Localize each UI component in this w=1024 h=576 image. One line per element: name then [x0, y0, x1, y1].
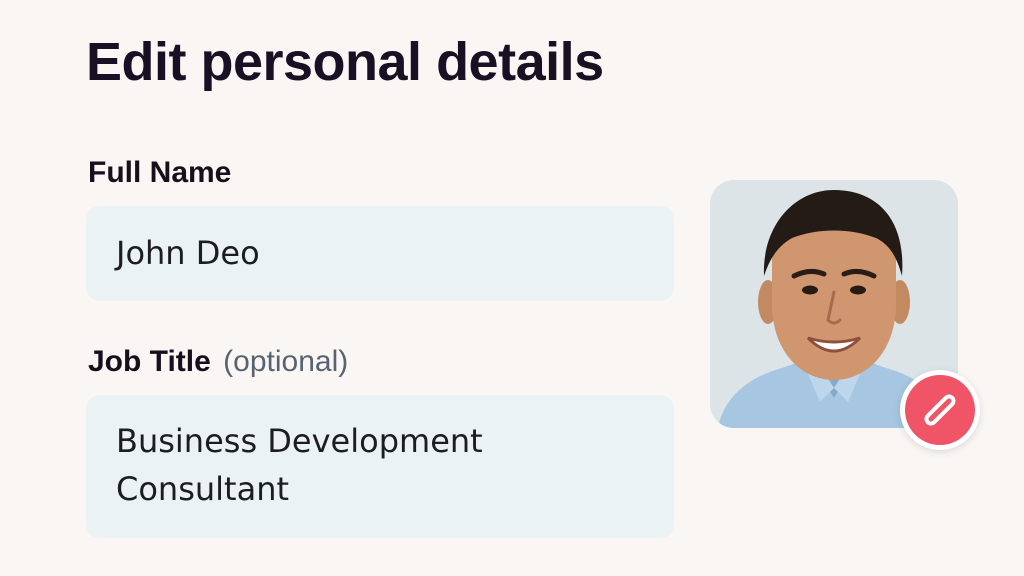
- job-title-label-text: Job Title: [88, 345, 211, 378]
- job-title-label: Job Title (optional): [88, 344, 348, 380]
- job-title-input[interactable]: Business Development Consultant: [86, 395, 674, 538]
- edit-photo-button[interactable]: [900, 370, 980, 450]
- full-name-input[interactable]: John Deo: [86, 206, 674, 301]
- optional-hint: (optional): [223, 345, 349, 378]
- full-name-label: Full Name: [88, 155, 231, 191]
- full-name-label-text: Full Name: [88, 156, 232, 189]
- pencil-icon: [924, 394, 956, 426]
- page-title: Edit personal details: [86, 32, 604, 92]
